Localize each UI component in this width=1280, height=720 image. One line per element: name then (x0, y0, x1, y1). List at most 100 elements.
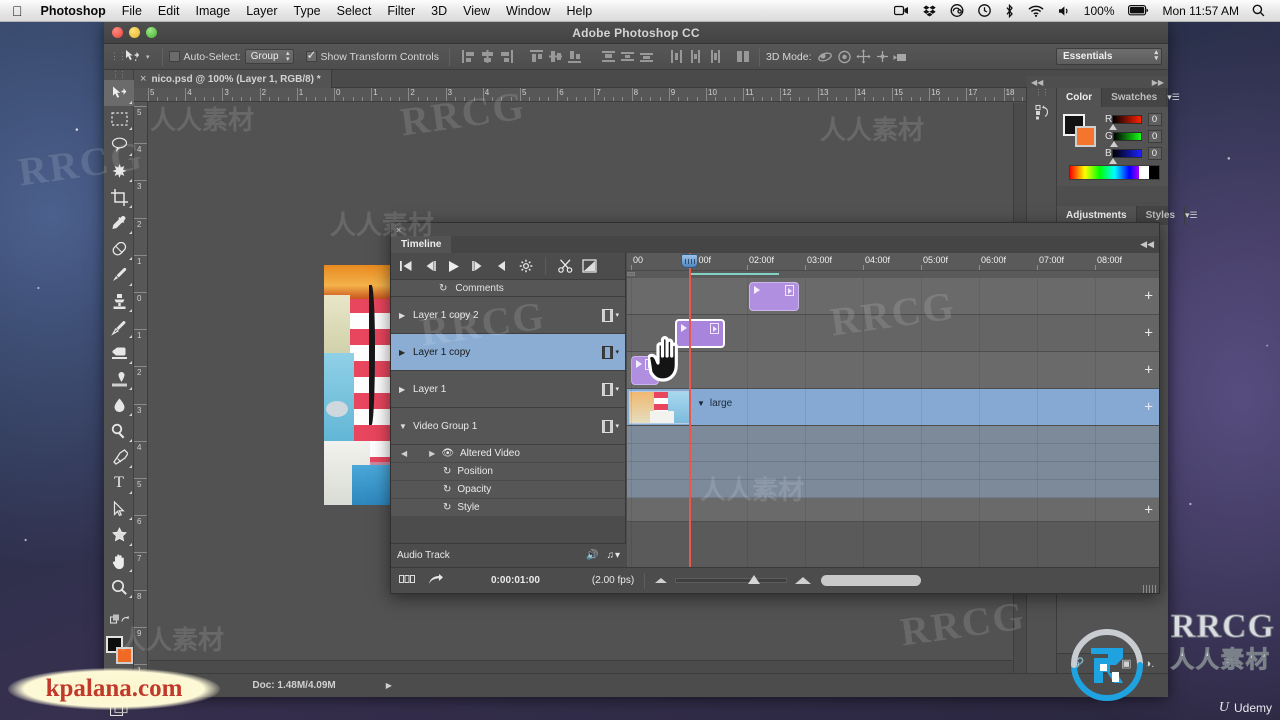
align-right-edges-icon[interactable] (498, 48, 515, 65)
move-tool-icon[interactable] (120, 47, 146, 67)
next-keyframe-icon[interactable]: ▶ (429, 449, 435, 458)
transition-icon[interactable] (578, 255, 600, 277)
wifi-icon[interactable] (1021, 5, 1051, 17)
spectrum-black-chip[interactable] (1149, 166, 1159, 179)
expand-triangle-icon[interactable]: ▶ (399, 385, 413, 394)
timeline-zoom-knob[interactable] (748, 575, 761, 584)
menu-file[interactable]: File (114, 0, 150, 22)
channel-slider-g[interactable] (1109, 132, 1143, 147)
type-tool[interactable]: T (104, 470, 134, 496)
timeline-layer-row-3[interactable]: ▼ Video Group 1 ▾ (391, 408, 625, 445)
track-row-audio[interactable]: + (627, 498, 1159, 522)
show-transform-checkbox[interactable] (305, 48, 317, 62)
tab-timeline[interactable]: Timeline (391, 236, 452, 253)
menu-edit[interactable]: Edit (150, 0, 188, 22)
history-panel-icon[interactable] (1027, 98, 1057, 126)
expand-triangle-icon[interactable]: ▶ (399, 348, 413, 357)
timeline-layer-row-1[interactable]: ▶ Layer 1 copy ▾ (391, 334, 625, 371)
history-brush-tool[interactable] (104, 314, 134, 340)
custom-shape-tool[interactable] (104, 522, 134, 548)
tool-preset-caret-icon[interactable]: ▾ (146, 53, 156, 61)
color-swatches[interactable] (105, 636, 133, 664)
timeline-timecode[interactable]: 0:00:01:00 (491, 575, 540, 586)
zoom-tool[interactable] (104, 574, 134, 600)
video-clip[interactable] (749, 282, 799, 311)
group-property-row-0[interactable]: ◀ ▶ 👁 Altered Video (391, 445, 625, 463)
timeline-horizontal-scrollbar[interactable] (821, 575, 922, 586)
stopwatch-icon[interactable]: ↻ (443, 502, 451, 513)
slide-3d-icon[interactable] (874, 48, 891, 65)
menu-layer[interactable]: Layer (238, 0, 285, 22)
canvas-horizontal-scrollbar[interactable] (149, 660, 1013, 673)
spectrum-white-chip[interactable] (1139, 166, 1149, 179)
toolbar-grip[interactable]: ⋮⋮ (104, 70, 133, 80)
distribute-bottom-edges-icon[interactable] (638, 48, 655, 65)
brush-tool[interactable] (104, 262, 134, 288)
collapse-triangle-icon[interactable]: ▼ (399, 422, 413, 431)
timemachine-icon[interactable] (971, 4, 998, 17)
hand-tool[interactable] (104, 548, 134, 574)
layer-menu-caret-icon[interactable]: ▾ (615, 422, 619, 430)
menu-help[interactable]: Help (558, 0, 600, 22)
zoom-in-timeline-icon[interactable] (795, 577, 812, 584)
layer-row-actions[interactable]: ▾ (602, 345, 619, 359)
stopwatch-icon[interactable]: ↻ (443, 484, 451, 495)
work-area-start-handle[interactable] (627, 272, 635, 276)
timeline-resize-grip[interactable] (1143, 585, 1157, 593)
play-icon[interactable] (443, 255, 465, 277)
tab-color[interactable]: Color (1057, 88, 1103, 107)
eraser-tool[interactable] (104, 340, 134, 366)
auto-select-dropdown[interactable]: Group ▴ ▾ (244, 49, 294, 64)
render-video-icon[interactable] (428, 573, 443, 588)
apple-logo-icon[interactable]:  (0, 3, 33, 19)
collapse-panel-icon[interactable]: ◀◀ (1140, 239, 1154, 250)
vertical-ruler[interactable]: 543210123456789111 (134, 102, 148, 673)
new-adjustment-layer-icon[interactable]: ◑. (1145, 658, 1155, 670)
eye-icon[interactable]: 👁 (441, 448, 454, 459)
select-previous-frame-icon[interactable] (419, 255, 441, 277)
prev-keyframe-icon[interactable]: ◀ (401, 449, 407, 458)
color-spectrum-ramp[interactable] (1069, 165, 1160, 180)
zoom-out-timeline-icon[interactable] (655, 578, 668, 583)
track-row-layer-1-copy[interactable]: + (627, 315, 1159, 352)
distribute-horizontal-centers-icon[interactable] (687, 48, 704, 65)
bluetooth-icon[interactable] (998, 3, 1021, 18)
layer-menu-caret-icon[interactable]: ▾ (615, 348, 619, 356)
spot-healing-brush-tool[interactable] (104, 236, 134, 262)
split-at-playhead-icon[interactable] (554, 255, 576, 277)
battery-icon[interactable] (1121, 5, 1157, 16)
auto-align-layers-icon[interactable] (735, 48, 752, 65)
menu-image[interactable]: Image (187, 0, 238, 22)
music-note-icon[interactable]: ♫ ▾ (607, 550, 620, 561)
audio-track-row[interactable]: Audio Track 🔊 ♫ ▾ (391, 543, 626, 567)
channel-slider-b[interactable] (1108, 149, 1142, 164)
distribute-vertical-centers-icon[interactable] (619, 48, 636, 65)
timeline-layer-row-0[interactable]: ▶ Layer 1 copy 2 ▾ (391, 297, 625, 334)
timeline-track-rows[interactable]: + + + ▼ large + + (627, 278, 1159, 567)
dodge-tool[interactable] (104, 418, 134, 444)
track-row-style[interactable] (627, 480, 1159, 498)
timeline-fps[interactable]: (2.00 fps) (592, 575, 634, 586)
menu-photoshop[interactable]: Photoshop (33, 0, 114, 22)
screen-recorder-icon[interactable] (887, 5, 916, 16)
timeline-work-area-bar[interactable] (627, 271, 1159, 278)
align-left-edges-icon[interactable] (460, 48, 477, 65)
dropbox-icon[interactable] (916, 5, 943, 17)
lasso-tool[interactable] (104, 132, 134, 158)
align-top-edges-icon[interactable] (528, 48, 545, 65)
pan-3d-icon[interactable] (855, 48, 872, 65)
crop-tool[interactable] (104, 184, 134, 210)
clone-stamp-tool[interactable] (104, 288, 134, 314)
channel-slider-thumb-g[interactable] (1109, 141, 1118, 147)
track-row-video-group-1[interactable]: ▼ large + (627, 389, 1159, 426)
menu-select[interactable]: Select (329, 0, 380, 22)
convert-to-frame-animation-icon[interactable] (399, 575, 416, 586)
timeline-tracks-column[interactable]: 00 0:00f 02:00f 03:00f 04:00f 05:00f 06:00f 07:… (627, 253, 1159, 567)
distribute-left-edges-icon[interactable] (668, 48, 685, 65)
comments-track-row[interactable]: ↻ Comments (391, 279, 625, 297)
eyedropper-tool[interactable] (104, 210, 134, 236)
move-tool[interactable] (104, 80, 134, 106)
horizontal-ruler[interactable]: 5 4 3 2 1 0 1 2 3 4 5 6 7 8 9 10 11 12 13 14 15 16 17 18 (134, 88, 1026, 102)
blur-tool[interactable] (104, 392, 134, 418)
playhead-line[interactable] (689, 253, 691, 567)
